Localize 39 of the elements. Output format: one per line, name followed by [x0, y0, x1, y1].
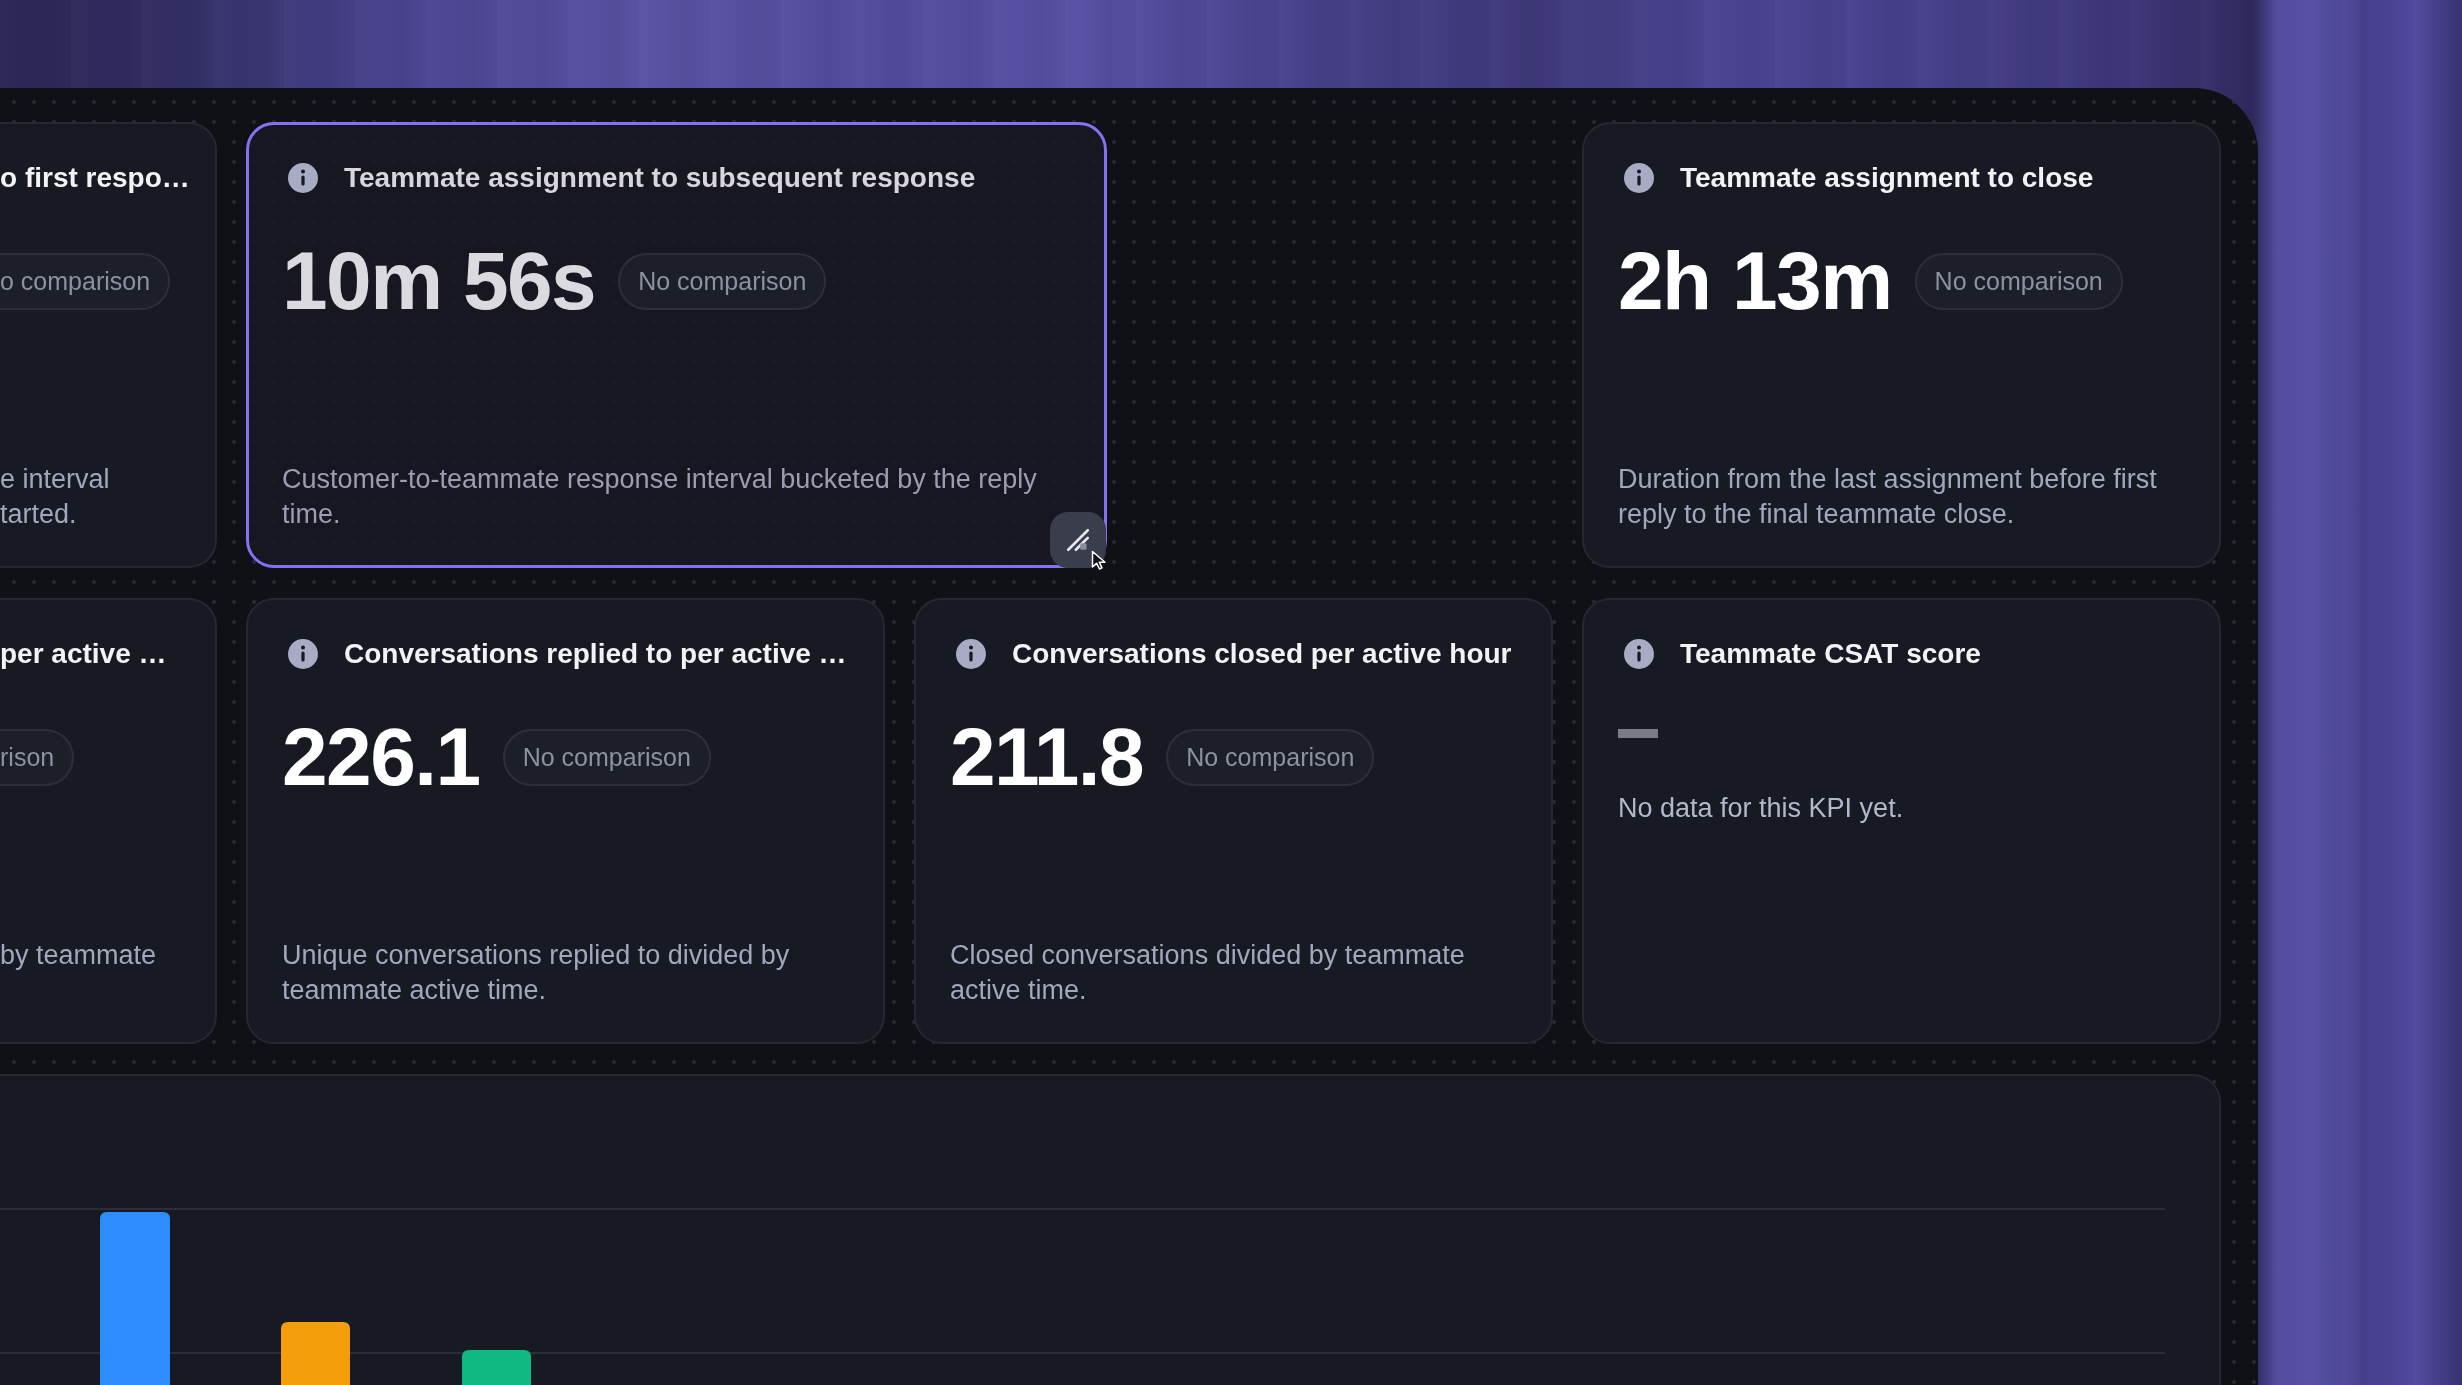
metric-value: 226.1	[282, 716, 480, 798]
dash-icon	[1618, 729, 1658, 738]
metric-value: 2h 13m	[1618, 240, 1892, 322]
kpi-card[interactable]: per active … rison by teammate	[0, 598, 217, 1044]
card-description: Customer-to-teammate response interval bucketed by the reply time.	[282, 463, 1038, 531]
card-title: per active …	[0, 637, 167, 671]
card-title: Conversations replied to per active …	[344, 637, 847, 671]
card-description: Closed conversations divided by teammate active time.	[950, 939, 1466, 1007]
comparison-badge: No comparison	[502, 728, 711, 786]
card-description: Unique conversations replied to divided by teammate active time.	[282, 939, 791, 1007]
card-title: Teammate CSAT score	[1680, 637, 1981, 671]
card-title: o first respo…	[0, 161, 190, 195]
metric-value: 10m 56s	[282, 240, 596, 322]
resize-handle[interactable]	[1050, 512, 1106, 568]
card-title: Conversations closed per active hour	[1012, 637, 1512, 671]
comparison-badge: o comparison	[0, 252, 171, 310]
card-title: Teammate assignment to close	[1680, 161, 2094, 195]
card-description: by teammate	[0, 939, 158, 972]
card-description: e interval tarted.	[0, 463, 111, 531]
metric-value: 211.8	[950, 716, 1144, 798]
kpi-card[interactable]: Teammate assignment to close 2h 13m No comparison Duration from the last assignment before first reply to the final teammate close.	[1582, 122, 2221, 568]
empty-message: No data for this KPI yet.	[1618, 792, 1904, 825]
kpi-card[interactable]: Teammate CSAT score No data for this KPI yet.	[1582, 598, 2221, 1044]
info-icon[interactable]	[1624, 639, 1654, 669]
comparison-badge: No comparison	[1166, 728, 1375, 786]
kpi-card[interactable]: Teammate assignment to subsequent response 10m 56s No comparison Customer-to-teammate response interval bucketed by the reply time.	[246, 122, 1107, 568]
comparison-badge: No comparison	[618, 252, 827, 310]
info-icon[interactable]	[956, 639, 986, 669]
resize-grip-icon	[1065, 527, 1091, 553]
comparison-badge: rison	[0, 728, 75, 786]
kpi-card[interactable]: o first respo… o comparison e interval tarted.	[0, 122, 217, 568]
card-description: Duration from the last assignment before first reply to the final teammate close.	[1618, 463, 2158, 531]
info-icon[interactable]	[288, 163, 318, 193]
kpi-card[interactable]: Conversations closed per active hour 211.8 No comparison Closed conversations divided by teammate active time.	[914, 598, 1553, 1044]
comparison-badge: No comparison	[1914, 252, 2123, 310]
kpi-card[interactable]: Conversations replied to per active … 226.1 No comparison Unique conversations replied to divided by teammate active time.	[246, 598, 885, 1044]
info-icon[interactable]	[1624, 163, 1654, 193]
card-title: Teammate assignment to subsequent response	[344, 161, 976, 195]
info-icon[interactable]	[288, 639, 318, 669]
